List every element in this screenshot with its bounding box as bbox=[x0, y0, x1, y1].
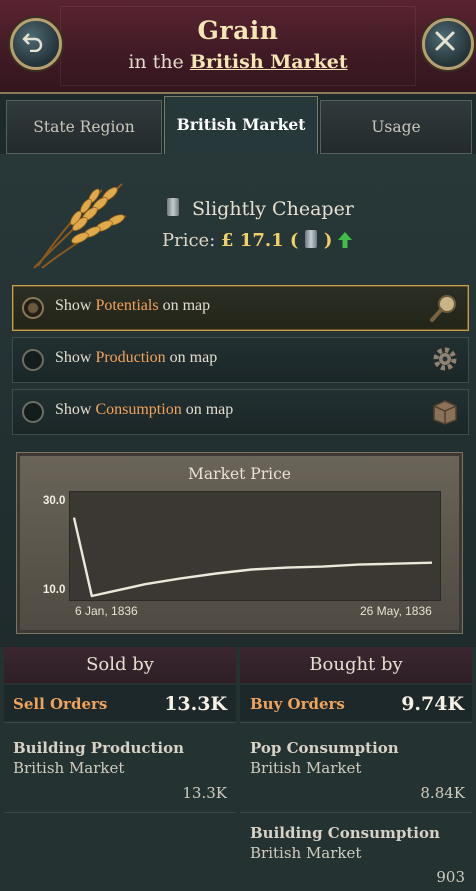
close-icon bbox=[435, 31, 455, 51]
price-close: ) bbox=[323, 230, 333, 251]
option-suffix: on map bbox=[165, 349, 218, 366]
tab-bar: State Region British Market Usage bbox=[6, 96, 472, 155]
radio-button[interactable] bbox=[22, 401, 44, 423]
option-highlight: Consumption bbox=[95, 401, 182, 418]
divider bbox=[240, 722, 472, 723]
option-prefix: Show bbox=[55, 401, 96, 418]
sold-entry-market: British Market bbox=[13, 759, 125, 777]
chart-title: Market Price bbox=[188, 465, 291, 483]
option-suffix: on map bbox=[181, 401, 234, 418]
price-line: Price: £ 17.1 ( ) bbox=[162, 229, 353, 251]
option-prefix: Show bbox=[55, 349, 96, 366]
sold-by-header: Sold by bbox=[4, 647, 236, 683]
y-tick-min: 10.0 bbox=[43, 584, 66, 596]
option-prefix: Show bbox=[55, 297, 96, 314]
bought-entry-title: Pop Consumption bbox=[250, 739, 399, 757]
chart-plot-area bbox=[69, 491, 441, 601]
show-consumption-option[interactable]: Show Consumption on map bbox=[12, 389, 469, 435]
close-button[interactable] bbox=[422, 18, 474, 70]
page-title: Grain bbox=[197, 16, 279, 45]
crate-icon bbox=[433, 400, 457, 425]
header: Grain in the British Market bbox=[0, 0, 476, 94]
buy-orders-label: Buy Orders bbox=[250, 695, 345, 713]
market-price-chart: Market Price 30.0 10.0 6 Jan, 1836 26 Ma… bbox=[16, 452, 463, 634]
tab-british-market[interactable]: British Market bbox=[164, 96, 318, 155]
price-label: Price: bbox=[162, 230, 216, 251]
bought-entry-value: 903 bbox=[436, 868, 465, 886]
trade-summary: Sold by Bought by Sell Orders 13.3K Buy … bbox=[0, 647, 476, 891]
price-value: £ 17.1 ( bbox=[221, 230, 299, 251]
y-tick-max: 30.0 bbox=[43, 495, 66, 507]
magnifier-icon bbox=[430, 295, 456, 322]
coin-icon bbox=[304, 229, 319, 249]
option-highlight: Production bbox=[95, 349, 166, 366]
option-label: Show Consumption on map bbox=[55, 401, 233, 419]
option-label: Show Potentials on map bbox=[55, 297, 210, 315]
sell-orders-value: 13.3K bbox=[164, 693, 227, 715]
option-label: Show Production on map bbox=[55, 349, 217, 367]
bought-by-header: Bought by bbox=[240, 647, 472, 683]
tab-usage[interactable]: Usage bbox=[320, 100, 472, 154]
market-link[interactable]: British Market bbox=[190, 51, 348, 73]
divider bbox=[4, 812, 236, 813]
show-potentials-option[interactable]: Show Potentials on map bbox=[12, 285, 469, 331]
divider bbox=[4, 722, 236, 723]
radio-button[interactable] bbox=[22, 297, 44, 319]
x-tick-end: 26 May, 1836 bbox=[360, 604, 432, 618]
tab-state-region[interactable]: State Region bbox=[6, 100, 162, 154]
gear-icon bbox=[433, 347, 457, 371]
price-status: Slightly Cheaper bbox=[192, 198, 354, 220]
sold-entry-value: 13.3K bbox=[182, 784, 227, 802]
page-subtitle: in the British Market bbox=[0, 51, 476, 73]
sell-orders-row: Sell Orders 13.3K bbox=[4, 685, 236, 721]
bought-entry-market: British Market bbox=[250, 759, 362, 777]
buy-orders-row: Buy Orders 9.74K bbox=[240, 685, 472, 721]
option-suffix: on map bbox=[158, 297, 211, 314]
coin-icon bbox=[166, 197, 180, 217]
radio-button[interactable] bbox=[22, 349, 44, 371]
bought-entry-title: Building Consumption bbox=[250, 824, 440, 842]
sell-orders-label: Sell Orders bbox=[13, 695, 108, 713]
chart-svg bbox=[72, 517, 433, 598]
x-tick-start: 6 Jan, 1836 bbox=[75, 604, 138, 618]
bought-entry-value: 8.84K bbox=[420, 784, 465, 802]
price-series-line bbox=[72, 517, 433, 598]
bought-entry-market: British Market bbox=[250, 844, 362, 862]
subtitle-prefix: in the bbox=[128, 51, 184, 73]
show-production-option[interactable]: Show Production on map bbox=[12, 337, 469, 383]
buy-orders-value: 9.74K bbox=[401, 693, 464, 715]
divider bbox=[240, 812, 472, 813]
arrow-up-icon bbox=[338, 232, 353, 248]
wheat-icon bbox=[33, 183, 127, 269]
sold-entry-title: Building Production bbox=[13, 739, 185, 757]
option-highlight: Potentials bbox=[95, 297, 159, 314]
